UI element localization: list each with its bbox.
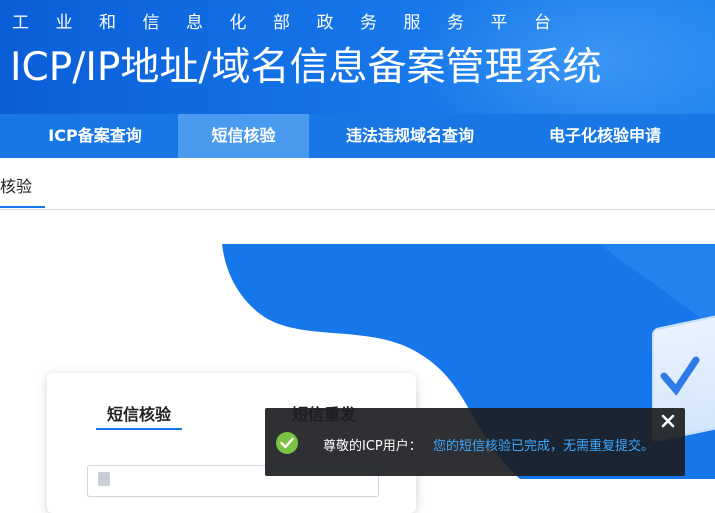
subtab-active-indicator: [0, 206, 45, 208]
check-circle-icon: [276, 432, 298, 454]
subtab-verify[interactable]: 核验: [0, 158, 34, 208]
nav-e-verify-apply[interactable]: 电子化核验申请: [530, 114, 680, 158]
nav-illegal-domain-query[interactable]: 违法违规域名查询: [322, 114, 498, 158]
close-icon[interactable]: [659, 412, 677, 430]
ministry-name: 工业和信息化部政务服务平台: [12, 13, 578, 33]
site-header: 工业和信息化部政务服务平台 ICP/IP地址/域名信息备案管理系统: [0, 0, 715, 114]
nav-icp-query[interactable]: ICP备案查询: [22, 114, 168, 158]
spacer: [0, 210, 715, 244]
check-illustration-icon: [660, 356, 700, 396]
subtab-bar: 核验: [0, 158, 715, 210]
phone-icon: [98, 472, 110, 486]
toast-greeting: 尊敬的ICP用户：: [323, 439, 422, 454]
nav-sms-verify[interactable]: 短信核验: [178, 114, 309, 158]
main-nav: ICP备案查询 短信核验 违法违规域名查询 电子化核验申请: [0, 114, 715, 158]
system-title: ICP/IP地址/域名信息备案管理系统: [10, 45, 602, 90]
notification-toast: 尊敬的ICP用户： 您的短信核验已完成，无需重复提交。: [265, 408, 685, 476]
toast-message: 您的短信核验已完成，无需重复提交。: [433, 439, 655, 454]
card-tab-sms-verify[interactable]: 短信核验: [107, 401, 171, 425]
card-tab-active-indicator: [96, 428, 182, 430]
